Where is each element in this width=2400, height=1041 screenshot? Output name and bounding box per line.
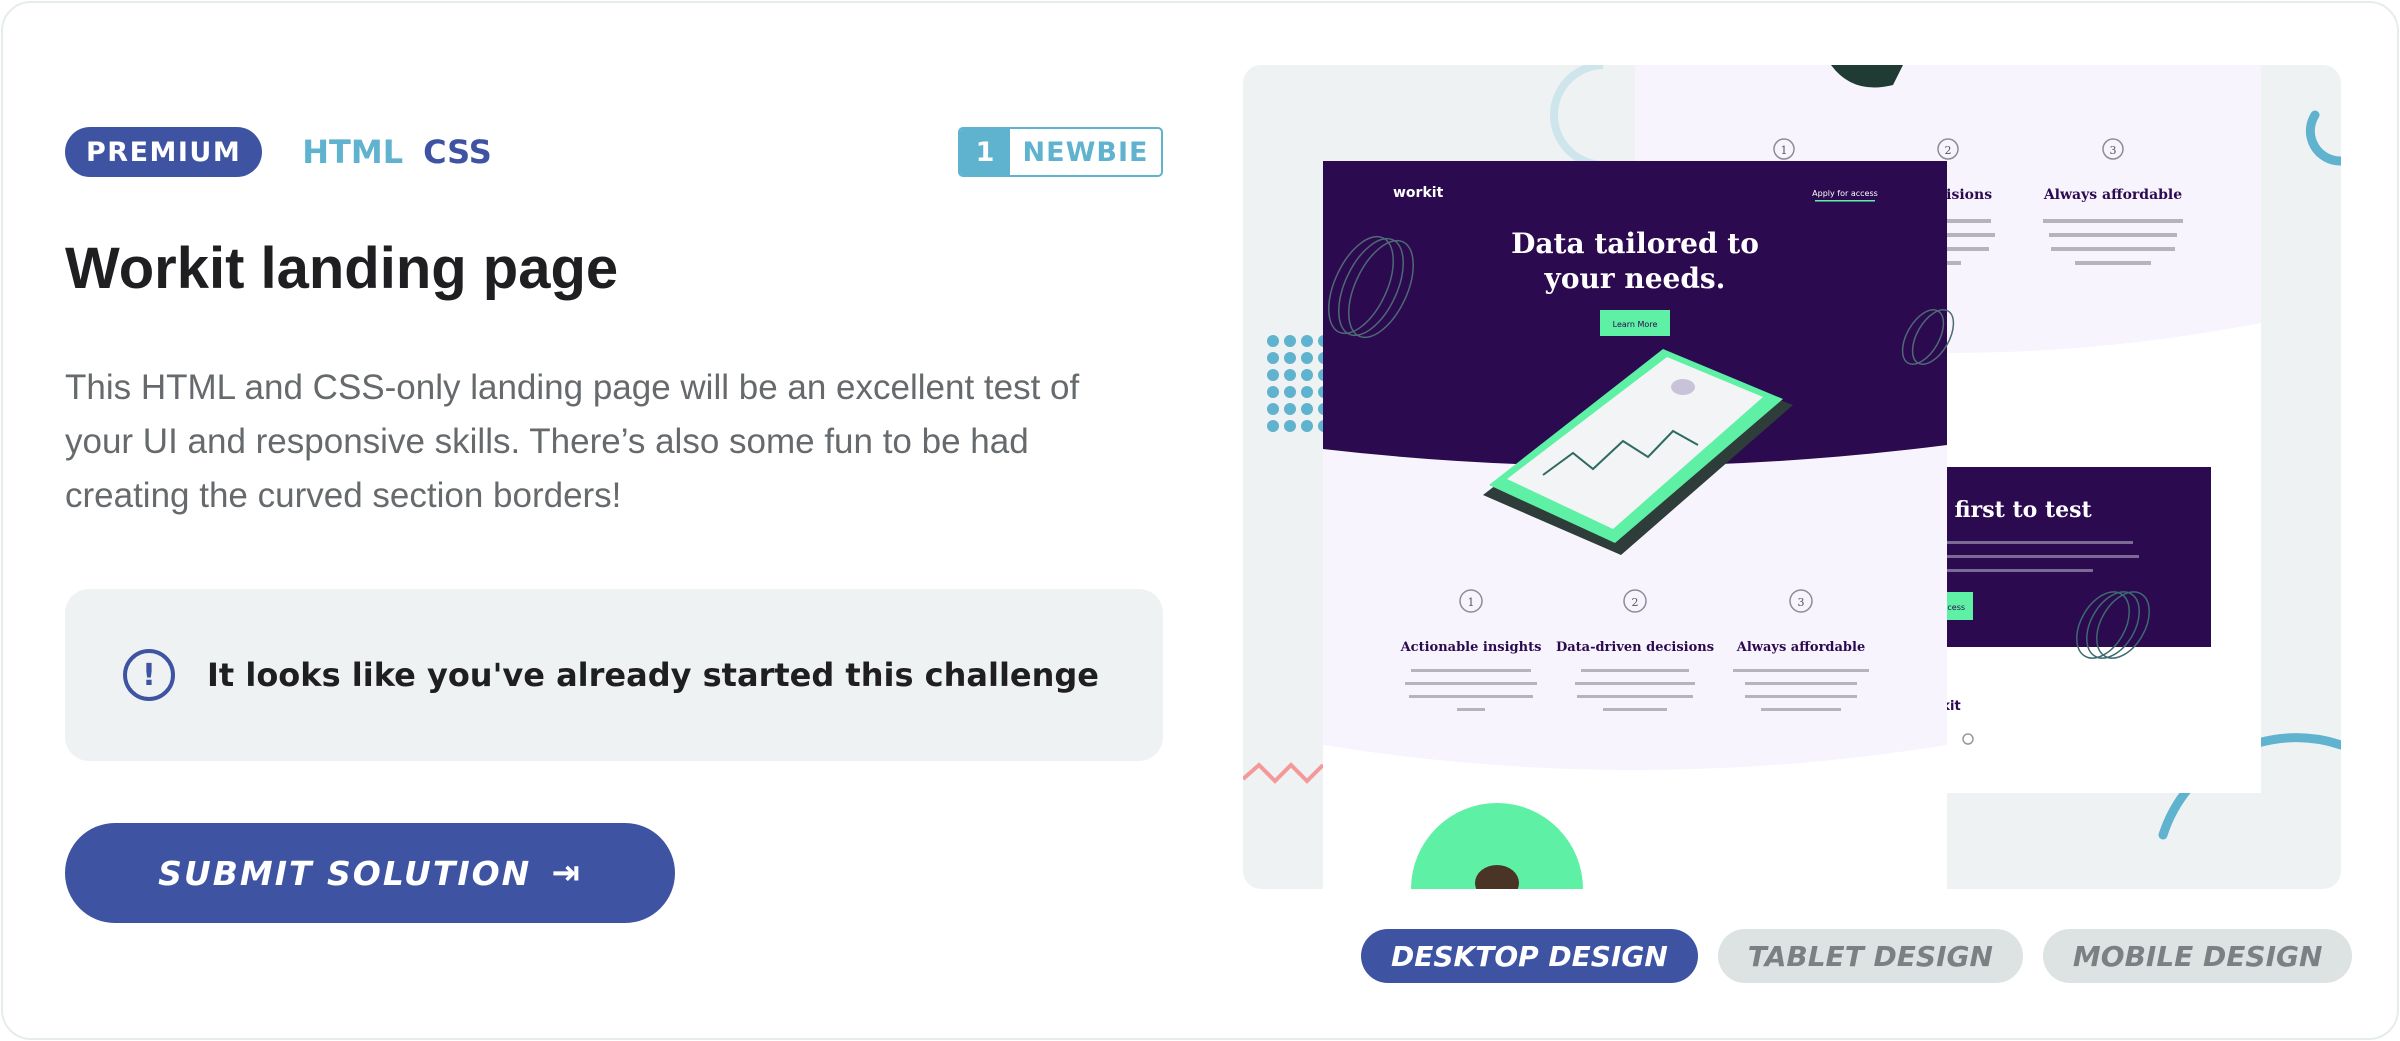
difficulty-level-number: 1 [960,129,1010,175]
premium-badge: PREMIUM [65,127,263,177]
design-preview[interactable]: 1 2 3 n decisions Always affordable e fi… [1243,65,2341,889]
svg-text:Always affordable: Always affordable [1736,640,1865,655]
language-tag-css: CSS [423,133,492,171]
svg-text:Apply for access: Apply for access [1812,189,1878,198]
arrow-to-right-icon: ⇥ [551,853,582,893]
challenge-tags: PREMIUM HTML CSS [65,127,492,177]
language-tag-html: HTML [302,133,404,171]
notice-text: It looks like you've already started thi… [207,656,1099,694]
svg-text:Actionable insights: Actionable insights [1400,640,1542,655]
submit-solution-button[interactable]: SUBMIT SOLUTION ⇥ [65,823,675,923]
svg-text:2: 2 [1945,144,1952,157]
svg-text:e first to test: e first to test [1933,497,2092,523]
svg-text:Always affordable: Always affordable [2043,187,2182,203]
svg-text:1: 1 [1468,596,1475,609]
svg-text:Data-driven decisions: Data-driven decisions [1556,640,1714,655]
challenge-description: This HTML and CSS-only landing page will… [65,368,1080,515]
preview-front-page: workit Apply for access Data tailored to… [1323,161,1955,889]
challenge-card: PREMIUM HTML CSS 1 NEWBIE Workit landing… [1,1,2399,1040]
started-challenge-notice: ! It looks like you've already started t… [65,589,1163,761]
svg-text:Data tailored to: Data tailored to [1511,227,1759,260]
submit-solution-label: SUBMIT SOLUTION [158,853,532,893]
svg-text:3: 3 [2110,144,2117,157]
svg-text:3: 3 [1798,596,1805,609]
design-preview-image: 1 2 3 n decisions Always affordable e fi… [1243,65,2341,889]
teal-dots-decoration [1267,335,1330,432]
svg-text:your needs.: your needs. [1544,262,1726,295]
challenge-title: Workit landing page [65,236,619,301]
svg-text:2: 2 [1632,596,1639,609]
teal-arc-decoration-left [1550,65,1606,170]
coral-zigzag-decoration [1243,762,1325,784]
design-view-tabs: DESKTOP DESIGN TABLET DESIGN MOBILE DESI… [1361,929,2353,983]
svg-text:workit: workit [1393,185,1444,201]
tab-tablet-design[interactable]: TABLET DESIGN [1717,929,2023,983]
difficulty-level-name: NEWBIE [1022,136,1149,168]
difficulty-badge: 1 NEWBIE [958,127,1163,177]
tab-desktop-design[interactable]: DESKTOP DESIGN [1361,929,1698,983]
exclamation-circle-icon: ! [123,649,175,701]
tab-mobile-design[interactable]: MOBILE DESIGN [2042,929,2353,983]
teal-arc-decoration-small [2305,110,2341,166]
svg-text:Learn More: Learn More [1613,320,1658,329]
svg-text:1: 1 [1781,144,1788,157]
